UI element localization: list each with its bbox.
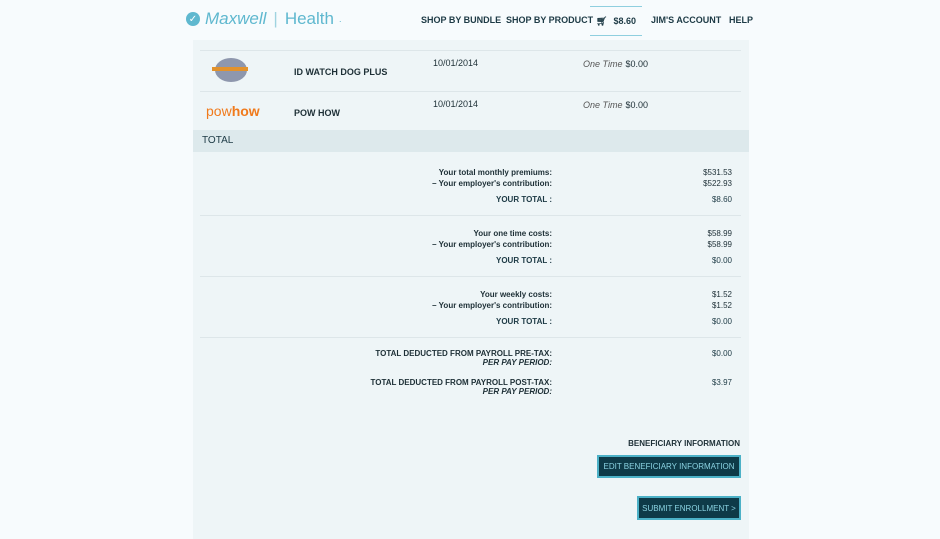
nav-account[interactable]: JIM'S ACCOUNT xyxy=(651,15,721,25)
label: – Your employer's contribution: xyxy=(432,240,552,249)
cart-button[interactable]: 🛒︎ $8.60 xyxy=(590,6,642,36)
value: $8.60 xyxy=(711,195,732,204)
beneficiary-heading: BENEFICIARY INFORMATION xyxy=(628,439,740,448)
value: $531.53 xyxy=(703,168,732,177)
maxwell-health-logo[interactable]: ✓ Maxwell | Health. xyxy=(186,9,341,29)
value: $522.93 xyxy=(703,179,732,188)
enrollment-summary-panel: ID WATCH DOG PLUS 10/01/2014 One Time $0.… xyxy=(193,40,749,539)
nav-shop-by-product[interactable]: SHOP BY PRODUCT xyxy=(506,15,593,25)
product-price: One Time $0.00 xyxy=(583,59,648,69)
value: $58.99 xyxy=(707,229,732,238)
idwatchdog-logo xyxy=(212,58,248,82)
product-name: ID WATCH DOG PLUS xyxy=(294,67,388,77)
nav-shop-by-bundle[interactable]: SHOP BY BUNDLE xyxy=(421,15,501,25)
label: YOUR TOTAL : xyxy=(496,317,552,326)
posttax-label: TOTAL DEDUCTED FROM PAYROLL POST-TAX: PER… xyxy=(370,378,553,396)
divider xyxy=(200,276,741,277)
value: $0.00 xyxy=(711,256,732,265)
product-date: 10/01/2014 xyxy=(433,58,479,68)
submit-enrollment-button[interactable]: SUBMIT ENROLLMENT > xyxy=(637,496,741,520)
label: Your one time costs: xyxy=(473,229,552,238)
product-row: ID WATCH DOG PLUS 10/01/2014 One Time $0.… xyxy=(193,50,749,90)
powhow-logo: powhow xyxy=(206,103,260,119)
divider xyxy=(200,215,741,216)
pretax-label: TOTAL DEDUCTED FROM PAYROLL PRE-TAX: PER … xyxy=(375,349,552,367)
edit-beneficiary-button[interactable]: EDIT BENEFICIARY INFORMATION xyxy=(597,455,741,478)
value: $58.99 xyxy=(707,240,732,249)
product-name: POW HOW xyxy=(294,108,340,118)
value: $1.52 xyxy=(711,290,732,299)
divider xyxy=(200,337,741,338)
label: YOUR TOTAL : xyxy=(496,195,552,204)
product-row: powhow POW HOW 10/01/2014 One Time $0.00 xyxy=(193,91,749,131)
cart-icon: 🛒︎ xyxy=(596,15,608,26)
label: Your total monthly premiums: xyxy=(438,168,552,177)
logo-divider: | xyxy=(273,9,278,28)
product-date: 10/01/2014 xyxy=(433,99,479,109)
nav-help[interactable]: HELP xyxy=(729,15,753,25)
posttax-value: $3.97 xyxy=(711,378,732,387)
label: Your weekly costs: xyxy=(480,290,552,299)
total-section-header: TOTAL xyxy=(193,130,749,152)
value: $1.52 xyxy=(711,301,732,310)
cart-total: $8.60 xyxy=(613,16,636,26)
value: $0.00 xyxy=(711,317,732,326)
check-heart-icon: ✓ xyxy=(186,12,200,26)
label: – Your employer's contribution: xyxy=(432,301,552,310)
pretax-value: $0.00 xyxy=(711,349,732,358)
product-price: One Time $0.00 xyxy=(583,100,648,110)
label: – Your employer's contribution: xyxy=(432,179,552,188)
label: YOUR TOTAL : xyxy=(496,256,552,265)
